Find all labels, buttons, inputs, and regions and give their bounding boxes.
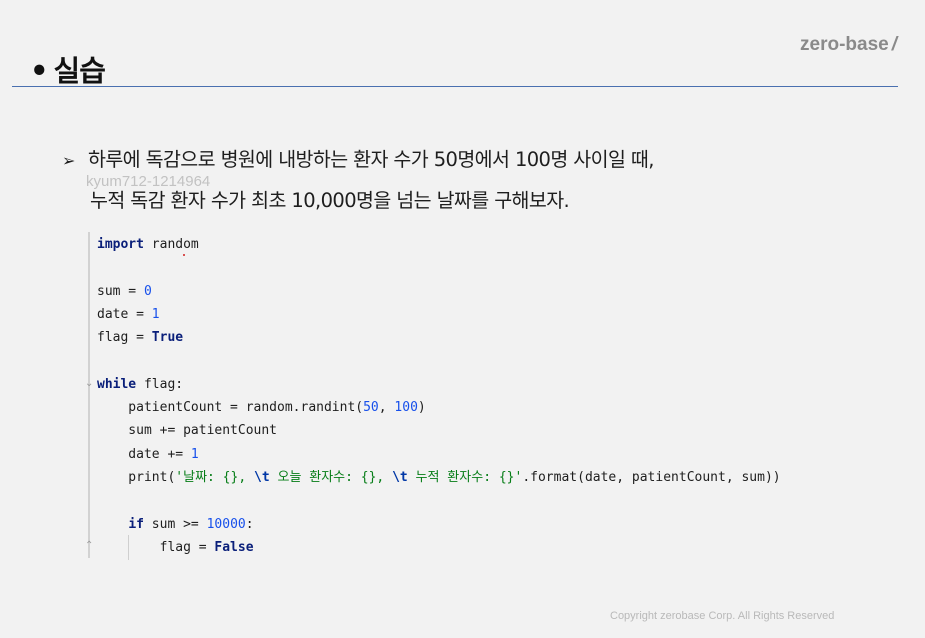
code-text: random <box>143 237 199 252</box>
code-line: sum = 0 <box>97 280 781 303</box>
code-number: 100 <box>394 400 418 416</box>
question-line-1-text: 하루에 독감으로 병원에 내방하는 환자 수가 50명에서 100명 사이일 때… <box>88 148 654 171</box>
code-number: 1 <box>190 446 199 462</box>
code-line: flag = True <box>97 326 781 349</box>
code-text: sum >= <box>143 516 207 532</box>
code-line: date = 1 <box>97 303 781 326</box>
code-text: date += <box>97 446 191 462</box>
code-text: flag: <box>136 376 184 392</box>
code-text: flag = <box>97 539 215 555</box>
code-keyword: False <box>214 539 254 555</box>
code-line: flag = False <box>97 536 781 559</box>
code-text: ) <box>417 400 426 416</box>
code-string: 누적 환자수: {}' <box>407 469 523 485</box>
code-escape: \t <box>392 469 408 485</box>
title-divider <box>12 86 898 87</box>
code-text: flag = <box>97 330 152 346</box>
code-keyword: while <box>97 376 137 392</box>
code-text: .format(date, patientCount, sum)) <box>522 469 781 485</box>
watermark: kyum712-1214964 <box>86 173 211 190</box>
code-text: patientCount = random.randint( <box>97 400 364 416</box>
code-number: 1 <box>151 306 160 322</box>
code-number: 0 <box>143 283 152 299</box>
code-text: date = <box>97 306 152 322</box>
brand-slash: / <box>891 34 897 55</box>
code-line: patientCount = random.randint(50, 100) <box>97 396 781 419</box>
code-number: 50 <box>363 400 379 416</box>
code-block: import random sum = 0 date = 1 flag = Tr… <box>97 233 781 559</box>
code-line: print('날짜: {}, \t 오늘 환자수: {}, \t 누적 환자수:… <box>97 466 781 489</box>
brand-text: zero-base <box>800 34 889 55</box>
copyright-text: Copyright zerobase Corp. All Rights Rese… <box>610 610 835 622</box>
code-line: import random <box>97 233 781 256</box>
code-string: 오늘 환자수: {}, <box>269 469 393 485</box>
code-text: , <box>378 400 395 416</box>
code-string: '날짜: {}, <box>175 469 254 485</box>
slide-title: • 실습 <box>30 48 106 90</box>
brand-logo: zero-base / <box>800 34 897 56</box>
code-line: while flag: <box>97 373 781 396</box>
code-line: date += 1 <box>97 443 781 466</box>
code-line: sum += patientCount <box>97 423 278 439</box>
fold-end-icon: ⌃ <box>85 540 94 551</box>
code-keyword: if <box>128 516 144 532</box>
code-text: print( <box>97 469 176 485</box>
code-text: sum = <box>97 283 144 299</box>
code-keyword: import <box>97 237 144 252</box>
code-line: if sum >= 10000: <box>97 513 781 536</box>
code-number: 10000 <box>206 516 246 532</box>
fold-start-icon: ⌄ <box>85 378 94 389</box>
arrow-bullet-icon: ➢ <box>62 151 75 170</box>
title-bullet: • <box>30 54 49 88</box>
code-gutter <box>88 232 90 558</box>
title-text: 실습 <box>53 54 106 88</box>
code-escape: \t <box>254 469 270 485</box>
code-keyword: True <box>151 330 184 346</box>
code-text: : <box>245 516 254 532</box>
